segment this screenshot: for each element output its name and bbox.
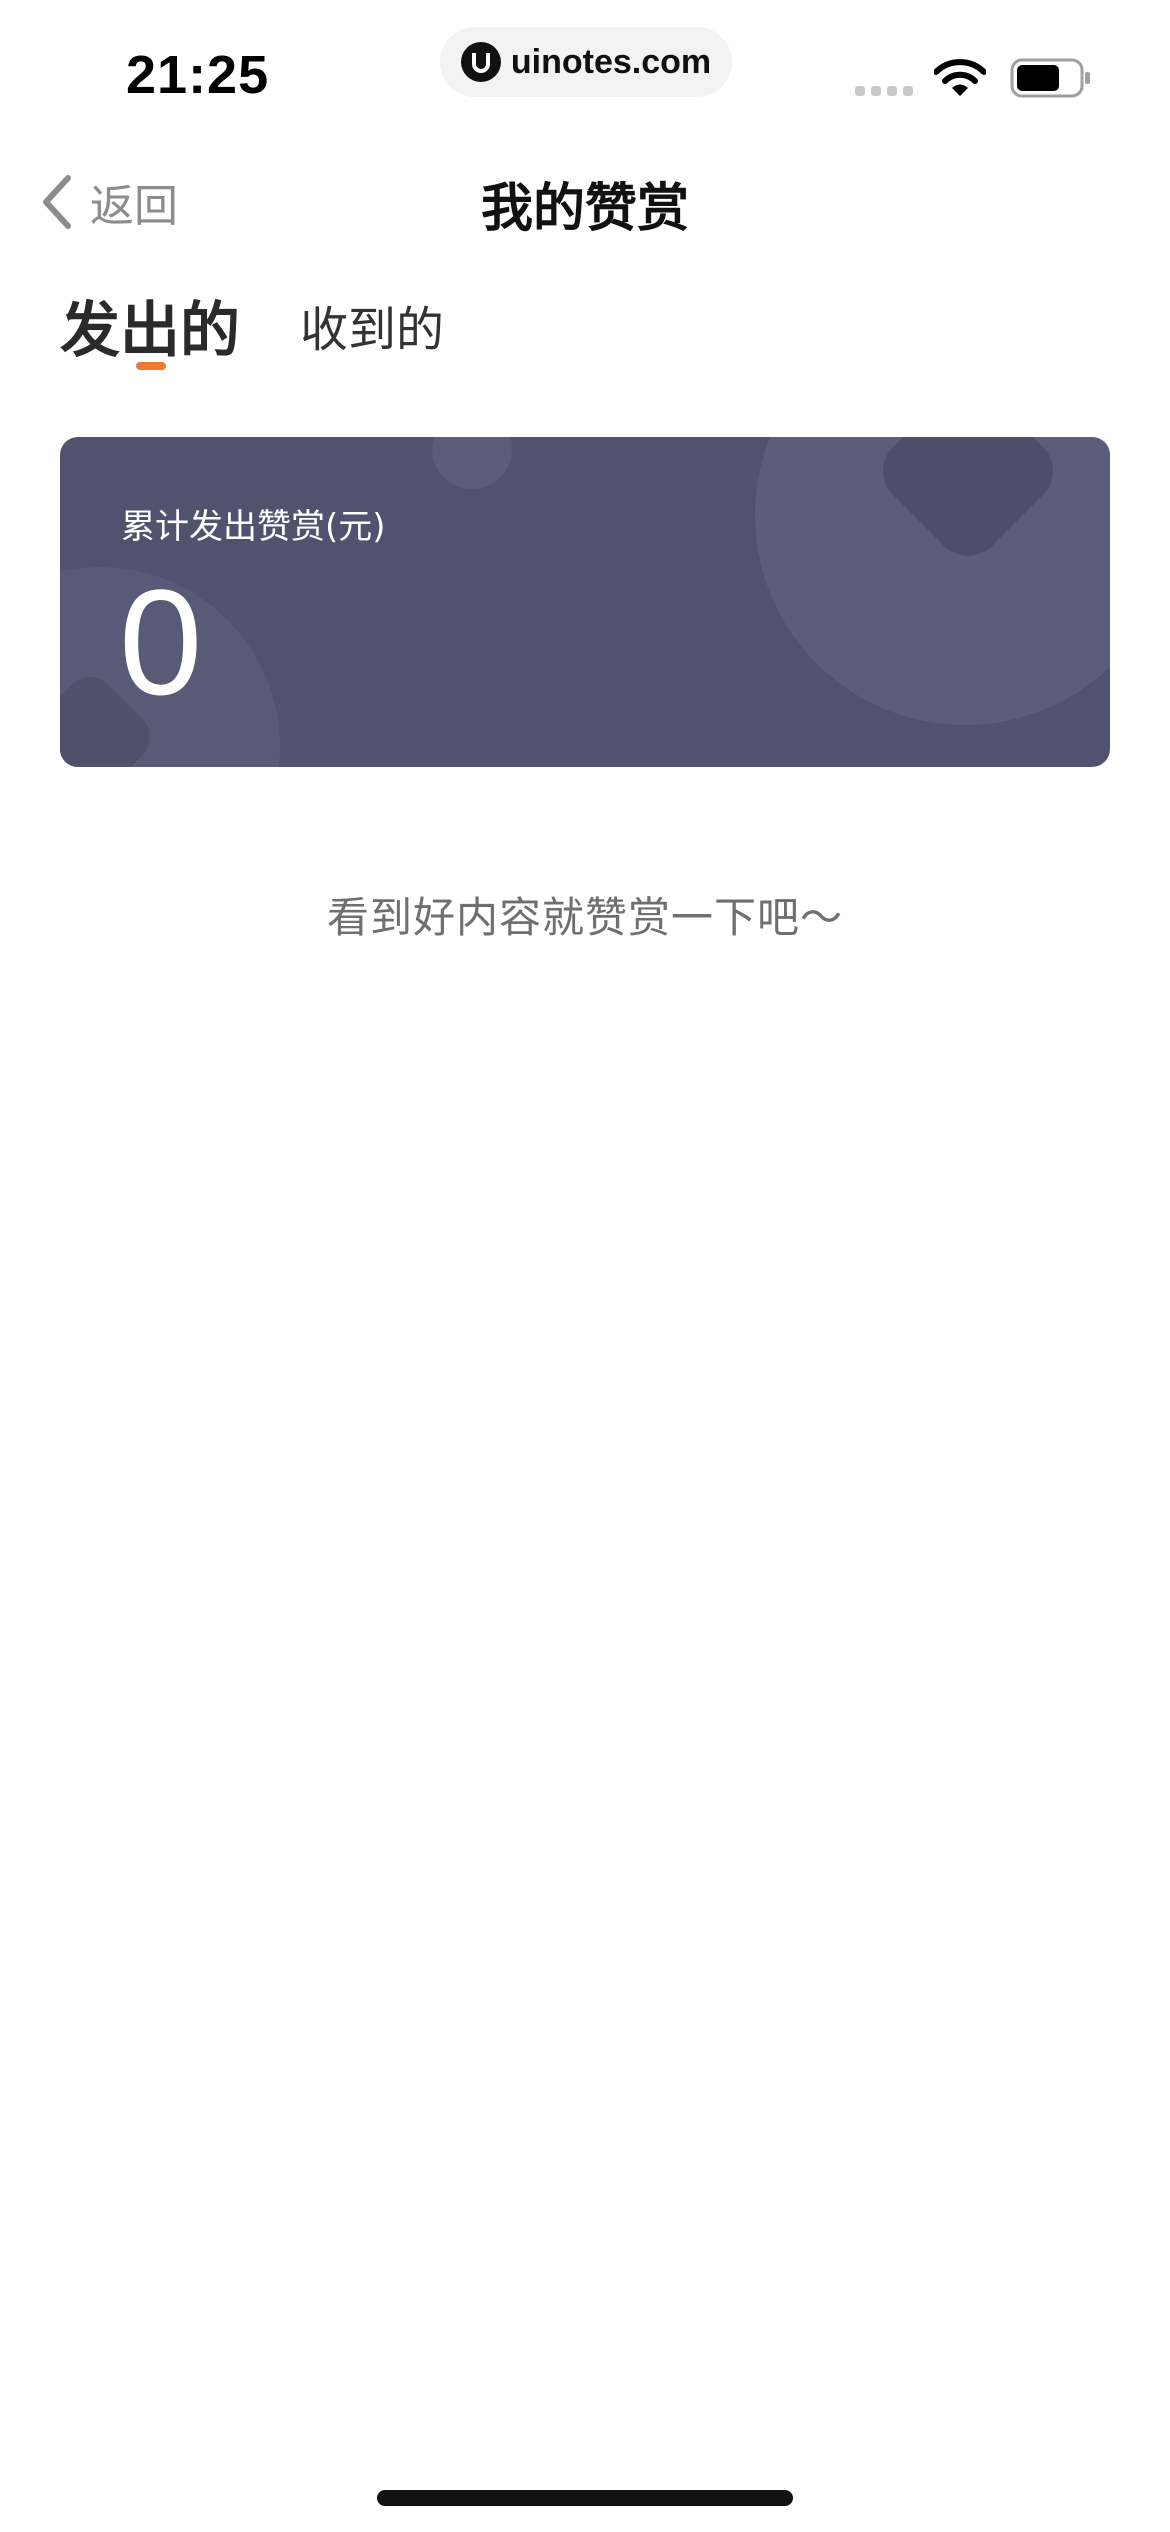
page-title: 我的赞赏 — [480, 179, 689, 239]
tab-sent-label: 发出的 — [60, 296, 240, 366]
total-sent-value: 0 — [119, 558, 203, 726]
card-decoration — [60, 437, 1110, 767]
tab-sent[interactable]: 发出的 — [60, 282, 240, 370]
tab-received[interactable]: 收到的 — [300, 290, 444, 360]
wifi-icon — [934, 59, 986, 96]
status-bar: 21:25 uinotes.com — [0, 0, 1170, 150]
empty-state-text: 看到好内容就赞赏一下吧～ — [326, 893, 843, 942]
total-sent-label: 累计发出赞赏(元) — [121, 507, 386, 547]
summary-card: 累计发出赞赏(元) 0 — [60, 437, 1110, 767]
status-time: 21:25 — [126, 45, 270, 105]
navigation-bar: 返回 我的赞赏 — [0, 150, 1170, 250]
active-tab-indicator — [136, 362, 166, 370]
tab-bar: 发出的 收到的 — [60, 282, 444, 392]
cellular-signal-icon — [855, 86, 913, 96]
url-pill[interactable]: uinotes.com — [440, 27, 732, 97]
battery-icon — [1010, 58, 1090, 98]
home-indicator[interactable] — [377, 2490, 793, 2506]
site-logo-icon — [460, 42, 501, 82]
tab-received-label: 收到的 — [300, 302, 445, 358]
url-text: uinotes.com — [510, 42, 712, 81]
